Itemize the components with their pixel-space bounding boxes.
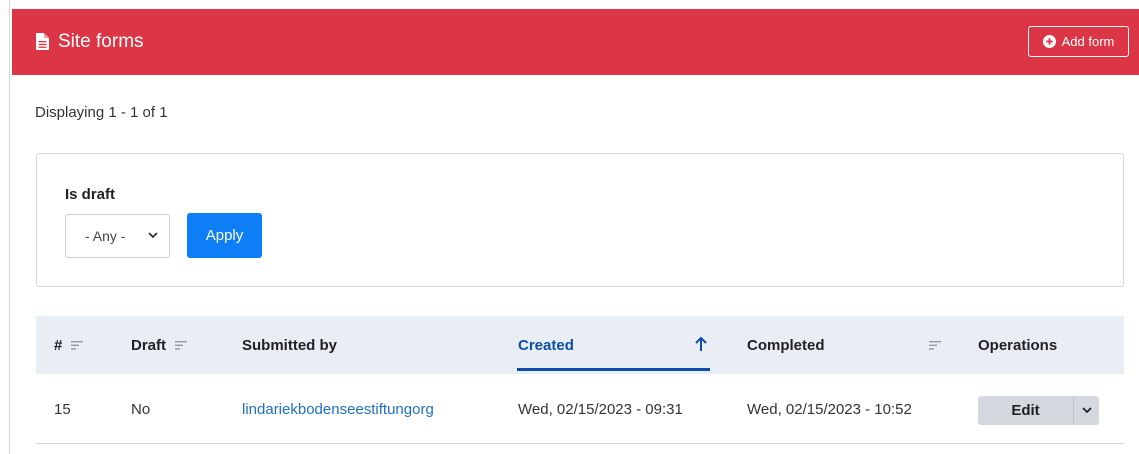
table-row: 15 No lindariekbodenseestiftungorg Wed, … <box>36 374 1124 444</box>
is-draft-select-value: - Any - <box>85 228 126 244</box>
is-draft-select[interactable]: - Any - <box>65 214 170 258</box>
chevron-down-icon <box>148 232 158 239</box>
column-operations: Operations <box>978 316 1057 374</box>
page-header: Site forms Add form <box>12 9 1139 75</box>
column-operations-label: Operations <box>978 336 1058 354</box>
page-left-border <box>9 0 10 454</box>
arrow-up-icon[interactable] <box>694 336 708 352</box>
chevron-down-icon <box>1081 407 1092 414</box>
active-sort-indicator <box>517 368 710 371</box>
column-completed[interactable]: Completed <box>747 316 941 374</box>
edit-button[interactable]: Edit <box>978 396 1073 425</box>
page-title: Site forms <box>58 31 144 52</box>
table-header: # Draft Submitted by Created Completed O… <box>36 316 1124 374</box>
cell-id: 15 <box>54 400 71 418</box>
document-icon <box>36 33 49 50</box>
column-draft[interactable]: Draft <box>131 316 188 374</box>
sort-icon <box>929 340 941 350</box>
column-created-label: Created <box>518 336 574 354</box>
cell-draft: No <box>131 400 151 418</box>
is-draft-label: Is draft <box>65 186 116 203</box>
cell-submitted-by: lindariekbodenseestiftungorg <box>242 374 434 444</box>
column-id-label: # <box>54 336 63 354</box>
add-form-button[interactable]: Add form <box>1028 26 1129 57</box>
apply-button[interactable]: Apply <box>187 213 262 258</box>
cell-completed: Wed, 02/15/2023 - 10:52 <box>747 400 912 418</box>
operations-dropbutton: Edit <box>978 396 1099 425</box>
column-id[interactable]: # <box>54 316 84 374</box>
column-created[interactable]: Created <box>518 316 574 374</box>
cell-created: Wed, 02/15/2023 - 09:31 <box>518 400 683 418</box>
results-summary: Displaying 1 - 1 of 1 <box>35 104 168 121</box>
sort-icon <box>71 340 84 350</box>
column-submitted-by-label: Submitted by <box>242 336 338 354</box>
add-form-label: Add form <box>1061 34 1115 49</box>
operations-toggle-button[interactable] <box>1073 396 1099 425</box>
column-submitted-by: Submitted by <box>242 316 337 374</box>
submitted-by-link[interactable]: lindariekbodenseestiftungorg <box>242 401 434 418</box>
column-draft-label: Draft <box>131 336 167 354</box>
plus-circle-icon <box>1042 35 1056 48</box>
column-completed-label: Completed <box>747 336 825 354</box>
filter-panel: Is draft - Any - Apply <box>36 153 1124 287</box>
sort-icon <box>175 340 188 350</box>
